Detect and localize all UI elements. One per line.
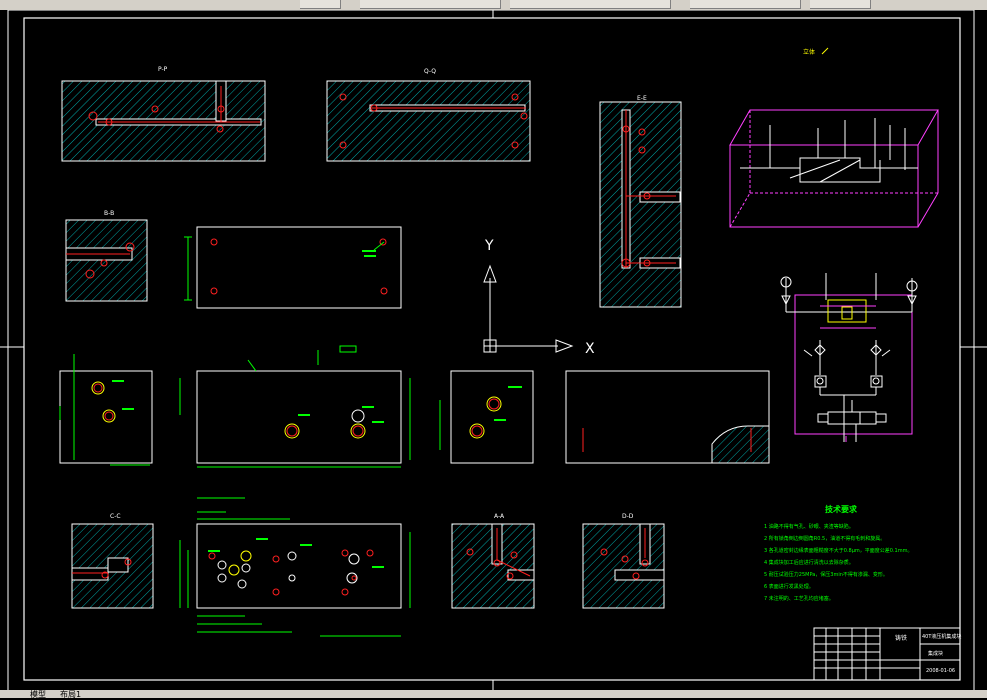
- section-aa-label: A-A: [494, 513, 505, 520]
- section-dd: D-D: [582, 513, 665, 609]
- section-aa: A-A: [451, 513, 535, 609]
- section-pp-label: P-P: [158, 66, 168, 73]
- plan-view: [184, 226, 402, 309]
- section-ee: E-E: [599, 95, 682, 308]
- partial-view: [565, 370, 770, 464]
- left-view: [59, 354, 153, 466]
- tech-item-7: 7 未注明的、工艺孔均应堵塞。: [764, 595, 834, 602]
- title-material: 铸铁: [895, 634, 907, 642]
- iso-view: 立体: [729, 47, 939, 228]
- hydraulic-schematic: [780, 273, 918, 442]
- tech-item-5: 5 耐压试验压力25MPa，保压3min不得有渗漏、变形。: [764, 571, 888, 578]
- layout-tabs-bar: 模型 布局1: [0, 689, 987, 700]
- title-date: 2008-01-06: [926, 668, 955, 674]
- section-cc: C-C: [71, 513, 154, 609]
- toolbar-dropdown[interactable]: [300, 0, 341, 9]
- ucs-icon: Y X: [483, 238, 595, 357]
- section-qq: Q-Q: [326, 68, 531, 162]
- tech-item-2: 2 所有锁角倒边倒圆角R0.5，油道不得有毛刺和旋属。: [764, 535, 885, 542]
- title-drawing-no: 集成块: [928, 650, 943, 657]
- section-dd-label: D-D: [622, 513, 634, 520]
- layer-dropdown[interactable]: [360, 0, 501, 9]
- front-view: [179, 345, 411, 468]
- drawing-canvas[interactable]: P-P Q-Q E-E B-B Y X 立体 C-C A-A D-D 技术要求 …: [0, 10, 987, 692]
- section-pp: P-P: [61, 66, 266, 162]
- axis-y-label: Y: [484, 238, 494, 254]
- right-view: [439, 370, 534, 464]
- tab-layout1[interactable]: 布局1: [60, 689, 81, 700]
- title-block: 40T液压机集成块 铸铁 集成块 2008-01-06: [813, 627, 961, 681]
- tech-requirements: 技术要求 1 油路不得有气孔、砂眼、夹渣等缺陷。 2 所有锁角倒边倒圆角R0.5…: [764, 504, 912, 602]
- bottom-view: [179, 497, 411, 637]
- section-qq-label: Q-Q: [424, 68, 436, 75]
- plotstyle-dropdown[interactable]: [810, 0, 871, 9]
- tech-item-3: 3 各孔道密封边缘表面粗糙度不大于0.8μm，平面度公差0.1mm。: [764, 547, 912, 554]
- tech-item-6: 6 表面进行发黑处理。: [764, 583, 814, 590]
- title-name: 40T液压机集成块: [922, 633, 961, 640]
- iso-label: 立体: [803, 48, 815, 56]
- section-bb-label: B-B: [104, 210, 114, 217]
- toolbar: [0, 0, 987, 10]
- axis-x-label: X: [585, 341, 595, 357]
- tech-item-4: 4 集成块加工后应进行清洗以去除杂质。: [764, 559, 854, 566]
- section-bb: B-B: [65, 210, 148, 302]
- section-cc-label: C-C: [110, 513, 121, 520]
- section-ee-label: E-E: [637, 95, 647, 102]
- tech-title: 技术要求: [825, 504, 858, 514]
- lineweight-dropdown[interactable]: [690, 0, 801, 9]
- tech-item-1: 1 油路不得有气孔、砂眼、夹渣等缺陷。: [764, 523, 854, 530]
- linetype-dropdown[interactable]: [510, 0, 671, 9]
- tab-model[interactable]: 模型: [30, 689, 46, 700]
